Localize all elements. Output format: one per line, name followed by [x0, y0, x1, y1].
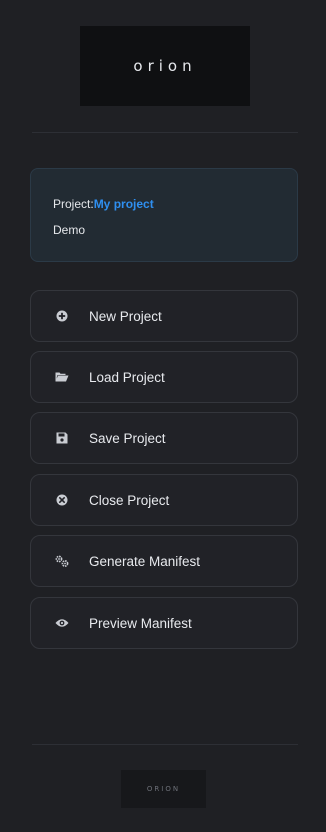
save-project-label: Save Project: [89, 430, 166, 446]
generate-manifest-label: Generate Manifest: [89, 553, 201, 569]
sidebar: orion Project:My project Demo New Projec…: [0, 0, 326, 832]
project-name-link[interactable]: My project: [94, 197, 154, 211]
logo-text: orion: [133, 57, 197, 75]
new-project-button[interactable]: New Project: [30, 290, 298, 342]
project-info-card: Project:My project Demo: [30, 168, 298, 262]
bottom-divider: [32, 744, 298, 745]
floppy-disk-icon: [55, 431, 69, 445]
preview-manifest-label: Preview Manifest: [89, 615, 192, 631]
app-logo[interactable]: orion: [80, 26, 250, 106]
plus-circle-icon: [55, 309, 69, 323]
folder-open-icon: [55, 370, 69, 384]
top-divider: [32, 132, 298, 133]
load-project-button[interactable]: Load Project: [30, 351, 298, 403]
new-project-label: New Project: [89, 308, 162, 324]
close-project-button[interactable]: Close Project: [30, 474, 298, 526]
generate-manifest-button[interactable]: Generate Manifest: [30, 535, 298, 587]
footer-logo-text: ORION: [146, 785, 181, 793]
save-project-button[interactable]: Save Project: [30, 412, 298, 464]
project-label: Project:: [53, 197, 94, 211]
gears-icon: [55, 554, 69, 568]
project-subtitle: Demo: [53, 223, 86, 237]
load-project-label: Load Project: [89, 369, 165, 385]
preview-manifest-button[interactable]: Preview Manifest: [30, 597, 298, 649]
close-project-label: Close Project: [89, 492, 170, 508]
footer-logo: ORION: [121, 770, 206, 808]
eye-icon: [55, 616, 69, 630]
project-line: Project:My project: [53, 197, 154, 211]
close-circle-icon: [55, 493, 69, 507]
